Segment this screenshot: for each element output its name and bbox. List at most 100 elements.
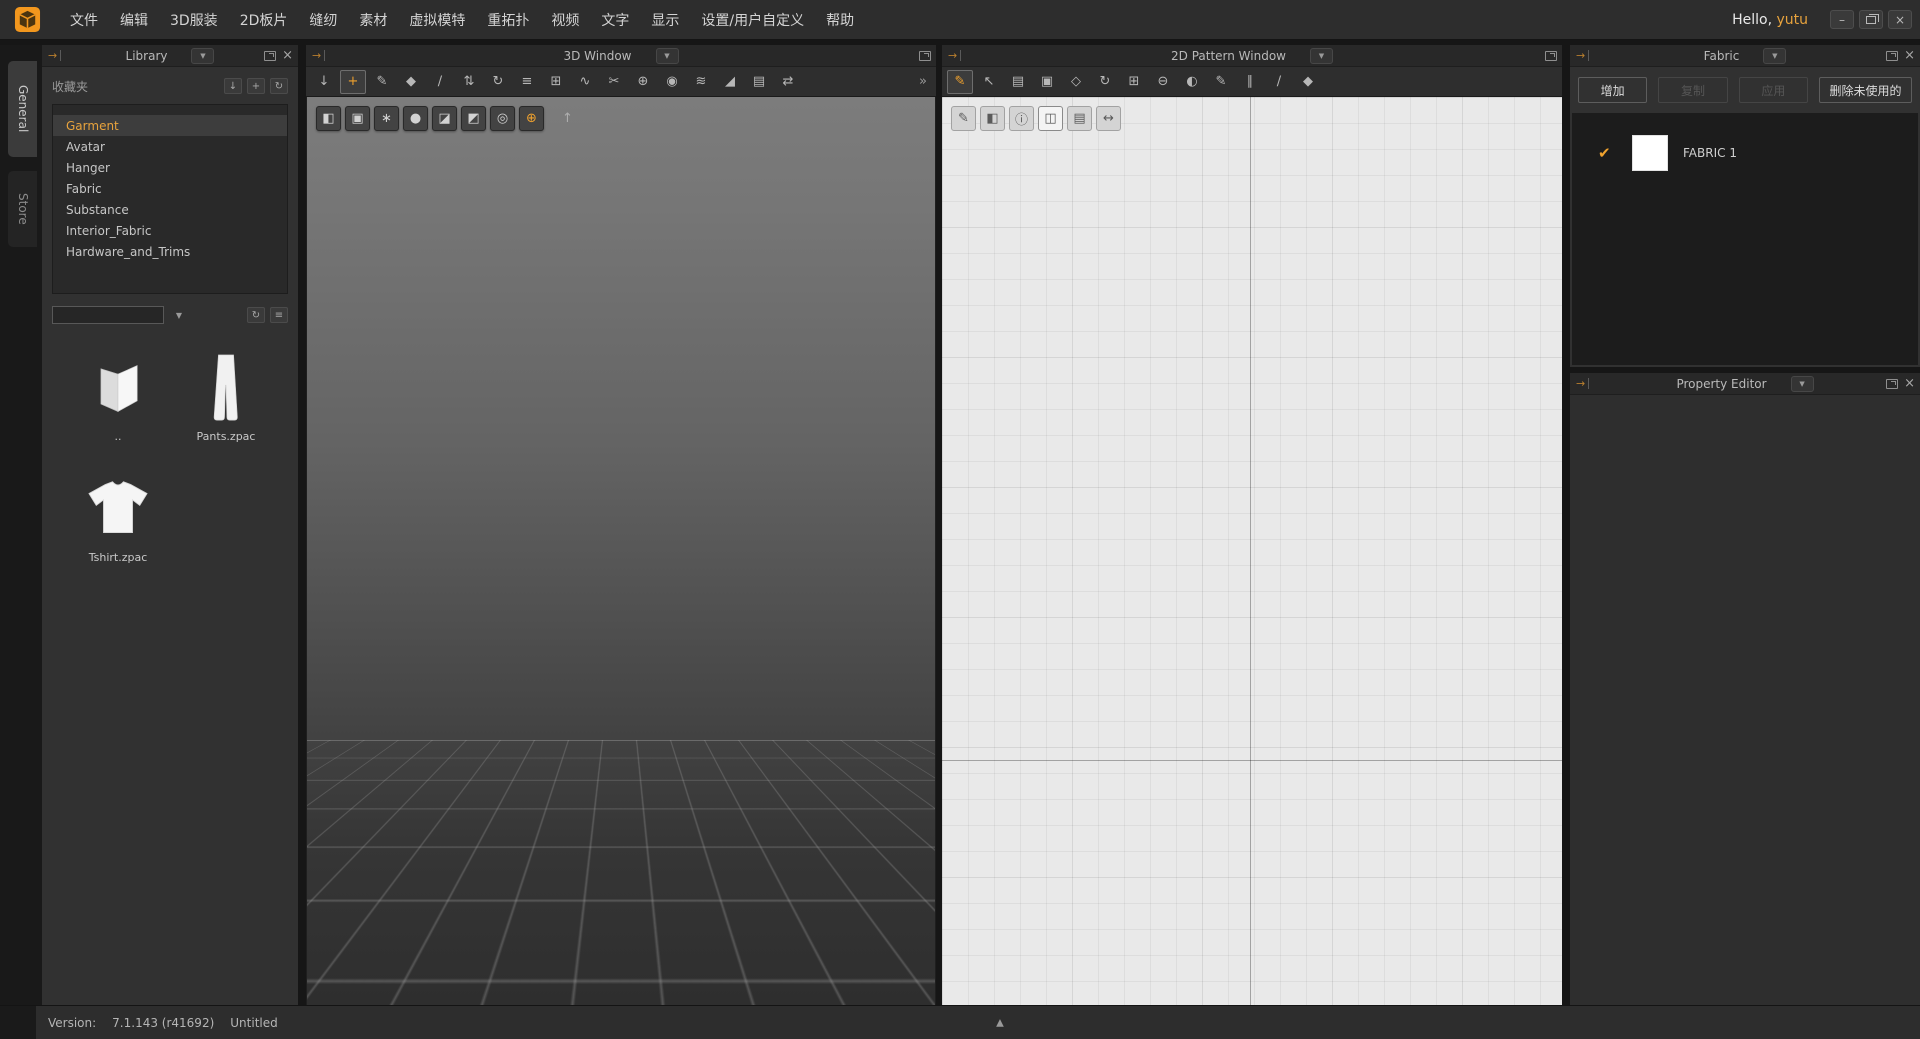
menu-avatar[interactable]: 虚拟模特: [398, 10, 476, 30]
menu-edit[interactable]: 编辑: [109, 10, 159, 30]
restore-icon[interactable]: [1859, 10, 1883, 29]
simulate-icon[interactable]: ↓: [311, 70, 337, 94]
info-icon[interactable]: ⓘ: [1009, 106, 1034, 131]
fabric-swatch[interactable]: [1632, 135, 1668, 171]
dock-arrow-icon[interactable]: →: [48, 50, 61, 61]
layout-two-pane-icon[interactable]: [1785, 1013, 1809, 1032]
panel-menu-dropdown-icon[interactable]: ▼: [1763, 48, 1786, 64]
menu-sewing[interactable]: 缝纫: [298, 10, 348, 30]
add-button-icon[interactable]: ⊕: [630, 70, 656, 94]
arrange-icon[interactable]: ⇅: [456, 70, 482, 94]
apply-fabric-button[interactable]: 应用: [1739, 77, 1808, 103]
undock-panel-icon[interactable]: [1545, 51, 1557, 61]
grid-icon[interactable]: ⊞: [1121, 70, 1147, 94]
button-icon[interactable]: ◉: [659, 70, 685, 94]
dock-arrow-icon[interactable]: →: [312, 50, 325, 61]
search-filter-dropdown-icon[interactable]: ▼: [164, 311, 194, 320]
show-cloth-alt-icon[interactable]: ◩: [461, 106, 486, 131]
2d-pattern-canvas[interactable]: ✎◧ⓘ◫▤↔: [942, 97, 1562, 1005]
menu-help[interactable]: 帮助: [815, 10, 865, 30]
show-avatar-icon[interactable]: ●: [403, 106, 428, 131]
menu-3d-garment[interactable]: 3D服装: [159, 10, 229, 30]
folder-garment[interactable]: Garment: [53, 115, 287, 136]
menu-material[interactable]: 素材: [348, 10, 398, 30]
menu-2d-pattern[interactable]: 2D板片: [229, 10, 299, 30]
more-tools-icon[interactable]: »: [919, 74, 931, 89]
folder-avatar[interactable]: Avatar: [53, 136, 287, 157]
dock-arrow-icon[interactable]: →: [948, 50, 961, 61]
pattern-folder-icon[interactable]: ▤: [1005, 70, 1031, 94]
show-pattern-icon[interactable]: ◫: [1038, 106, 1063, 131]
library-item-tshirt[interactable]: Tshirt.zpac: [64, 471, 172, 564]
folder-substance[interactable]: Substance: [53, 199, 287, 220]
undock-panel-icon[interactable]: [1886, 379, 1898, 389]
minimize-icon[interactable]: –: [1830, 10, 1854, 29]
edit-texture-icon[interactable]: ✎: [951, 106, 976, 131]
snap-plate-icon[interactable]: ↑: [555, 106, 580, 131]
zipper-icon[interactable]: ≋: [688, 70, 714, 94]
show-silhouette-icon[interactable]: ◎: [490, 106, 515, 131]
folder-fabric[interactable]: Fabric: [53, 178, 287, 199]
measure-tape-icon[interactable]: ↔: [1096, 106, 1121, 131]
roller-icon[interactable]: ⊖: [1150, 70, 1176, 94]
flip-icon[interactable]: ↻: [485, 70, 511, 94]
menu-text[interactable]: 文字: [590, 10, 640, 30]
show-garment-icon[interactable]: ▣: [345, 106, 370, 131]
trace-icon[interactable]: ◇: [1063, 70, 1089, 94]
menu-file[interactable]: 文件: [59, 10, 109, 30]
tack-icon[interactable]: ⇄: [775, 70, 801, 94]
menu-settings-custom[interactable]: 设置/用户自定义: [690, 10, 815, 30]
library-item-parent-folder[interactable]: ..: [64, 350, 172, 443]
folder-interior-fabric[interactable]: Interior_Fabric: [53, 220, 287, 241]
pen-icon[interactable]: ✎: [1208, 70, 1234, 94]
render-mode-icon[interactable]: ◧: [316, 106, 341, 131]
fold-icon[interactable]: ◢: [717, 70, 743, 94]
layout-three-pane-icon[interactable]: [1818, 1013, 1842, 1032]
show-map-globe-icon[interactable]: ⊕: [519, 106, 544, 131]
undock-panel-icon[interactable]: [919, 51, 931, 61]
refresh-icon[interactable]: ↻: [270, 78, 288, 94]
sewing-icon[interactable]: ∿: [572, 70, 598, 94]
delete-unused-fabric-button[interactable]: 删除未使用的: [1819, 77, 1912, 103]
layout-four-pane-icon[interactable]: [1851, 1013, 1875, 1032]
panel-menu-dropdown-icon[interactable]: ▼: [191, 48, 214, 64]
pin-icon[interactable]: ∕: [427, 70, 453, 94]
menu-video[interactable]: 视频: [540, 10, 590, 30]
tab-general[interactable]: General: [8, 61, 37, 157]
close-panel-icon[interactable]: ×: [1904, 51, 1915, 61]
copy-fabric-button[interactable]: 复制: [1658, 77, 1727, 103]
layout-reset-icon[interactable]: [1884, 1013, 1908, 1032]
tab-store[interactable]: Store: [8, 171, 37, 247]
select-garment-icon[interactable]: ◆: [398, 70, 424, 94]
paint-icon[interactable]: ◧: [980, 106, 1005, 131]
folder-hanger[interactable]: Hanger: [53, 157, 287, 178]
menu-display[interactable]: 显示: [640, 10, 690, 30]
library-item-pants[interactable]: Pants.zpac: [172, 350, 280, 443]
scissors-icon[interactable]: ✂: [601, 70, 627, 94]
search-input[interactable]: [52, 306, 164, 324]
show-spec-icon[interactable]: ◐: [1179, 70, 1205, 94]
close-panel-icon[interactable]: ×: [1904, 379, 1915, 389]
pattern-mark-icon[interactable]: ▤: [1067, 106, 1092, 131]
line-icon[interactable]: ∕: [1266, 70, 1292, 94]
menu-retopology[interactable]: 重拓扑: [476, 10, 540, 30]
image-icon[interactable]: ▣: [1034, 70, 1060, 94]
add-fabric-button[interactable]: 增加: [1578, 77, 1647, 103]
avatar-tape-icon[interactable]: ≡: [514, 70, 540, 94]
quilt-grid-icon[interactable]: ⊞: [543, 70, 569, 94]
panel-menu-dropdown-icon[interactable]: ▼: [656, 48, 679, 64]
select-mesh-icon[interactable]: ✎: [369, 70, 395, 94]
dock-arrow-icon[interactable]: →: [1576, 378, 1589, 389]
import-icon[interactable]: ↓: [224, 78, 242, 94]
panel-menu-dropdown-icon[interactable]: ▼: [1310, 48, 1333, 64]
refresh-icon[interactable]: ↻: [247, 307, 265, 323]
undock-panel-icon[interactable]: [1886, 51, 1898, 61]
undock-panel-icon[interactable]: [264, 51, 276, 61]
expand-panel-icon[interactable]: ▲: [996, 1017, 1004, 1028]
checkmark-icon[interactable]: ✔: [1598, 144, 1632, 162]
pleats-icon[interactable]: ∥: [1237, 70, 1263, 94]
close-icon[interactable]: ×: [1888, 10, 1912, 29]
show-particles-icon[interactable]: ∗: [374, 106, 399, 131]
trim-icon[interactable]: ◆: [1295, 70, 1321, 94]
dock-arrow-icon[interactable]: →: [1576, 50, 1589, 61]
